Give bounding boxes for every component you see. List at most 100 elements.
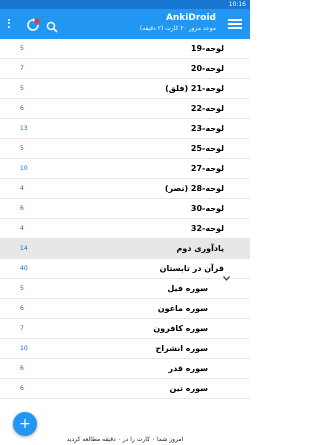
new-count: 10 [20, 165, 28, 172]
deck-row[interactable]: 40 قرآن در تابستان [0, 259, 250, 281]
learn-count [32, 99, 34, 119]
new-count: 5 [20, 85, 24, 92]
deck-row[interactable]: 5 لوحه-19 [0, 39, 250, 59]
new-count: 4 [20, 185, 24, 192]
deck-name: لوحه-21 (فلق) [165, 84, 224, 93]
deck-row[interactable]: 4 لوحه-32 [0, 219, 250, 239]
new-count: 6 [20, 205, 24, 212]
due-count [38, 239, 40, 259]
deck-name: لوحه-27 [190, 164, 224, 173]
deck-counts: 5 [20, 139, 40, 159]
deck-name: لوحه-28 (نصر) [164, 184, 224, 193]
deck-row[interactable]: 5 سوره فیل [0, 279, 250, 299]
sync-icon[interactable] [26, 17, 40, 31]
new-count: 5 [20, 45, 24, 52]
learn-count [32, 339, 34, 359]
deck-name: سوره ماعون [157, 304, 208, 313]
new-count: 6 [20, 105, 24, 112]
due-count [38, 339, 40, 359]
deck-list: 5 لوحه-19 7 لوحه-20 5 لوحه-21 (فلق) 6 لوحه-22 13… [0, 39, 250, 399]
deck-name: سوره کافرون [153, 324, 208, 333]
deck-counts: 4 [20, 179, 40, 199]
search-icon[interactable] [46, 18, 58, 33]
deck-row[interactable]: 7 لوحه-20 [0, 59, 250, 79]
due-count [38, 179, 40, 199]
study-summary: امروز شما ۰ کارت را در ۰ دقیقه مطالعه کر… [66, 436, 184, 443]
learn-count [32, 159, 34, 179]
deck-row[interactable]: 13 لوحه-23 [0, 119, 250, 139]
add-button[interactable]: + [13, 412, 37, 436]
due-count [38, 279, 40, 299]
due-count [38, 39, 40, 59]
due-count [38, 359, 40, 379]
learn-count [32, 259, 34, 279]
deck-name: یادآوری دوم [176, 244, 225, 253]
deck-counts: 5 [20, 39, 40, 59]
due-count [38, 79, 40, 99]
deck-row[interactable]: 10 سوره انشراح [0, 339, 250, 359]
deck-row[interactable]: 6 سوره ماعون [0, 299, 250, 319]
learn-count [32, 359, 34, 379]
deck-name: لوحه-19 [190, 44, 224, 53]
new-count: 6 [20, 385, 24, 392]
deck-name: سوره تین [169, 384, 208, 393]
deck-row[interactable]: 7 سوره کافرون [0, 319, 250, 339]
deck-name: لوحه-30 [190, 204, 224, 213]
due-count [38, 99, 40, 119]
learn-count [32, 239, 34, 259]
deck-counts: 6 [20, 299, 40, 319]
deck-row[interactable]: 5 لوحه-25 [0, 139, 250, 159]
new-count: 14 [20, 245, 28, 252]
learn-count [32, 59, 34, 79]
deck-counts: 10 [20, 159, 40, 179]
deck-name: لوحه-22 [190, 104, 224, 113]
deck-counts: 6 [20, 379, 40, 399]
learn-count [32, 79, 34, 99]
more-options-icon[interactable] [6, 17, 12, 31]
deck-row[interactable]: 14 یادآوری دوم [0, 239, 250, 259]
deck-counts: 10 [20, 339, 40, 359]
new-count: 6 [20, 305, 24, 312]
deck-counts: 6 [20, 359, 40, 379]
due-count [38, 59, 40, 79]
deck-row[interactable]: 6 سوره تین [0, 379, 250, 399]
deck-counts: 7 [20, 319, 40, 339]
learn-count [32, 139, 34, 159]
deck-row[interactable]: 6 لوحه-22 [0, 99, 250, 119]
new-count: 4 [20, 225, 24, 232]
learn-count [32, 279, 34, 299]
new-count: 10 [20, 345, 28, 352]
menu-icon[interactable] [228, 17, 242, 31]
deck-counts: 4 [20, 219, 40, 239]
due-count [38, 159, 40, 179]
due-count [38, 299, 40, 319]
deck-counts: 13 [20, 119, 40, 139]
deck-row[interactable]: 10 لوحه-27 [0, 159, 250, 179]
deck-row[interactable]: 4 لوحه-28 (نصر) [0, 179, 250, 199]
deck-name: سوره انشراح [155, 344, 208, 353]
due-count [38, 259, 40, 279]
deck-row[interactable]: 6 لوحه-30 [0, 199, 250, 219]
new-count: 6 [20, 365, 24, 372]
learn-count [32, 199, 34, 219]
new-count: 7 [20, 65, 24, 72]
deck-row[interactable]: 5 لوحه-21 (فلق) [0, 79, 250, 99]
due-count [38, 119, 40, 139]
app-title: AnkiDroid [165, 13, 216, 23]
status-bar: 10:16 [0, 0, 250, 9]
deck-name: لوحه-20 [190, 64, 224, 73]
learn-count [32, 119, 34, 139]
learn-count [32, 319, 34, 339]
learn-count [32, 219, 34, 239]
chevron-down-icon[interactable] [223, 266, 230, 281]
learn-count [32, 39, 34, 59]
app-subtitle: موعد مرور ۲۰ کارت (۲ دقیقه) [139, 25, 216, 32]
due-count [38, 379, 40, 399]
due-count [38, 319, 40, 339]
deck-row[interactable]: 6 سوره قدر [0, 359, 250, 379]
deck-name: لوحه-32 [190, 224, 224, 233]
deck-counts: 5 [20, 79, 40, 99]
deck-name: قرآن در تابستان [159, 264, 224, 273]
due-count [38, 219, 40, 239]
learn-count [32, 179, 34, 199]
